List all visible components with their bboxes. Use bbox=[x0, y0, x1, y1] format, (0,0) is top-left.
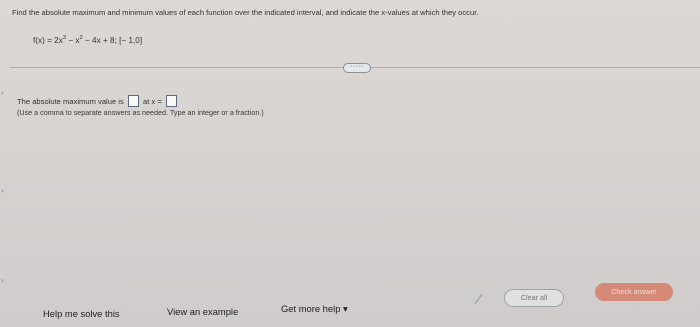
clear-all-button[interactable]: Clear all bbox=[504, 289, 564, 307]
chevron-right-icon: › bbox=[1, 88, 4, 97]
function-mid: − x bbox=[66, 36, 80, 45]
help-me-solve-button[interactable]: Help me solve this bbox=[43, 308, 120, 319]
chevron-right-icon: › bbox=[1, 186, 4, 195]
answer-hint: (Use a comma to separate answers as need… bbox=[17, 108, 264, 117]
get-more-help-button[interactable]: Get more help ▾ bbox=[281, 303, 348, 315]
chevron-right-icon: › bbox=[1, 276, 4, 285]
function-lhs: f(x) = 2x bbox=[33, 36, 63, 45]
answer-prefix: The absolute maximum value is bbox=[17, 97, 124, 106]
answer-line: The absolute maximum value is at x = bbox=[17, 95, 179, 107]
check-answer-button[interactable]: Check answer bbox=[595, 283, 673, 301]
function-expression: f(x) = 2x3 − x2 − 4x + 8; [− 1,0] bbox=[33, 35, 142, 45]
pencil-icon bbox=[474, 293, 483, 305]
answer-middle: at x = bbox=[143, 97, 162, 106]
expand-more-button[interactable]: ····· bbox=[343, 63, 371, 73]
view-example-button[interactable]: View an example bbox=[167, 306, 238, 317]
question-prompt: Find the absolute maximum and minimum va… bbox=[12, 8, 479, 17]
max-value-input[interactable] bbox=[127, 95, 139, 107]
function-rhs: − 4x + 8; [− 1,0] bbox=[82, 36, 143, 45]
x-value-input[interactable] bbox=[165, 95, 177, 107]
